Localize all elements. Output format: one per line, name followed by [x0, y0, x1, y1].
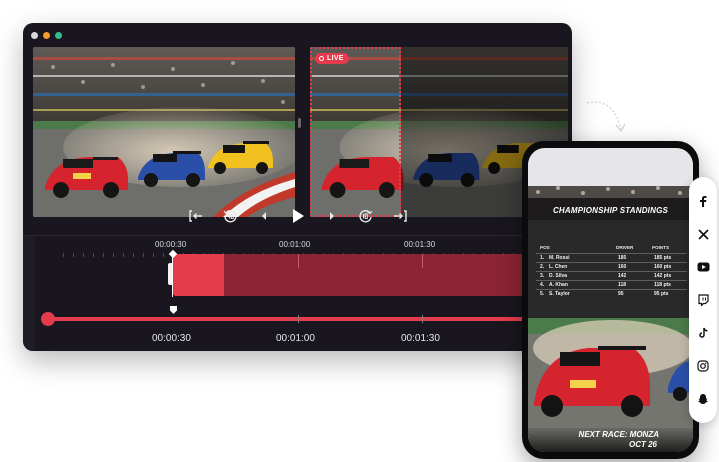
standings-row: 3. D. Silva 142 142 pts [536, 271, 687, 279]
bracket-left-arrow-icon [188, 210, 202, 222]
standings-row: 1. M. Rossi 185 185 pts [536, 253, 687, 261]
track-marker [298, 254, 299, 268]
window-controls [31, 32, 62, 39]
play-icon [292, 209, 304, 223]
row-driver: 118 [618, 282, 627, 288]
row-pos: 2. [540, 264, 545, 270]
scrubber-start-knob[interactable] [41, 312, 55, 326]
row-pos: 4. [540, 282, 545, 288]
window-dot-white[interactable] [31, 32, 38, 39]
x-icon [697, 228, 709, 240]
instagram-icon [697, 360, 709, 372]
scrubber-time-label: 00:00:30 [152, 333, 191, 344]
live-badge-label: LIVE [327, 55, 344, 62]
row-driver: 142 [618, 273, 627, 279]
facebook-button[interactable] [689, 191, 717, 211]
x-button[interactable] [689, 224, 717, 244]
row-name: M. Rossi [549, 255, 570, 261]
race-scene-image [33, 47, 295, 217]
row-points: 118 pts [654, 282, 671, 288]
snapchat-button[interactable] [689, 389, 717, 409]
split-divider-handle[interactable] [298, 118, 301, 128]
standings-row: 4. A. Khan 118 118 pts [536, 280, 687, 288]
row-name: S. Taylor [549, 291, 570, 297]
chevron-right-icon [329, 212, 334, 220]
row-name: D. Silva [549, 273, 568, 279]
row-name: L. Chen [549, 264, 568, 270]
window-dot-green[interactable] [55, 32, 62, 39]
clip-selection[interactable] [173, 254, 224, 296]
column-pos: POS [540, 245, 550, 250]
row-points: 142 pts [654, 273, 672, 279]
forward-button[interactable] [356, 209, 376, 223]
youtube-icon [697, 262, 709, 272]
scrubber-marker [422, 315, 423, 323]
video-editor-window: LIVE 00:00:30 00:01:00 00:01:30 00:00:30… [23, 23, 572, 351]
scrubber-marker [298, 315, 299, 323]
scrubber-bar[interactable] [47, 317, 572, 321]
column-points: POINTS [652, 245, 670, 250]
next-frame-button[interactable] [322, 211, 342, 221]
phone-screen: CHAMPIONSHIP STANDINGS POS DRIVER POINTS… [528, 148, 693, 452]
next-race-banner: NEXT RACE: MONZA OCT 26 [528, 428, 693, 452]
track-marker [422, 254, 423, 268]
scrubber-time-label: 00:01:00 [276, 333, 315, 344]
timeline-ruler-label: 00:01:30 [404, 240, 436, 249]
timeline-side-panel [23, 236, 35, 351]
scrubber-time-label: 00:01:30 [401, 333, 440, 344]
stage: LIVE 00:00:30 00:01:00 00:01:30 00:00:30… [0, 0, 719, 462]
clip-track[interactable] [173, 254, 572, 296]
tiktok-icon [698, 327, 708, 338]
twitch-icon [697, 294, 709, 306]
window-dot-orange[interactable] [43, 32, 50, 39]
row-points: 160 pts [654, 264, 672, 270]
forward-10-icon [358, 210, 372, 223]
row-driver: 160 [618, 264, 627, 270]
facebook-icon [700, 196, 707, 207]
timeline-separator [23, 235, 572, 236]
row-points: 185 pts [654, 255, 672, 261]
scrubber-playhead[interactable] [170, 306, 177, 314]
standings-row: 2. L. Chen 160 160 pts [536, 262, 687, 270]
timeline-ruler-label: 00:01:00 [279, 240, 311, 249]
transport-controls [23, 205, 572, 227]
row-pos: 3. [540, 273, 545, 279]
row-driver: 185 [618, 255, 627, 261]
youtube-button[interactable] [689, 257, 717, 277]
row-points: 95 pts [654, 291, 669, 297]
timeline-ruler-label: 00:00:30 [155, 240, 187, 249]
live-dot-icon [319, 56, 324, 61]
column-driver: DRIVER [616, 245, 634, 250]
row-driver: 95 [618, 291, 624, 297]
rewind-10-icon [223, 210, 237, 223]
next-race-title: NEXT RACE: MONZA [578, 430, 659, 439]
row-pos: 1. [540, 255, 545, 261]
mark-in-button[interactable] [186, 210, 206, 222]
row-name: A. Khan [549, 282, 568, 288]
live-badge: LIVE [315, 53, 349, 64]
social-share-bar [689, 177, 717, 423]
tiktok-button[interactable] [689, 323, 717, 343]
chevron-left-icon [261, 212, 266, 220]
vertical-crop-frame[interactable] [310, 47, 401, 217]
row-pos: 5. [540, 291, 545, 297]
next-race-date: OCT 26 [628, 440, 657, 449]
curved-arrow-icon [586, 101, 626, 133]
instagram-button[interactable] [689, 356, 717, 376]
standings-row: 5. S. Taylor 95 95 pts [536, 289, 687, 297]
previous-frame-button[interactable] [254, 211, 274, 221]
standings-overlay: CHAMPIONSHIP STANDINGS POS DRIVER POINTS… [528, 198, 693, 318]
bracket-right-arrow-icon [393, 210, 407, 222]
standings-title: CHAMPIONSHIP STANDINGS [552, 206, 669, 215]
play-button[interactable] [288, 208, 308, 224]
rewind-button[interactable] [220, 209, 240, 223]
snapchat-icon [698, 394, 708, 404]
source-preview [33, 47, 295, 217]
mark-out-button[interactable] [390, 210, 410, 222]
twitch-button[interactable] [689, 290, 717, 310]
phone-mockup: CHAMPIONSHIP STANDINGS POS DRIVER POINTS… [522, 141, 699, 459]
playhead-line [172, 255, 173, 297]
